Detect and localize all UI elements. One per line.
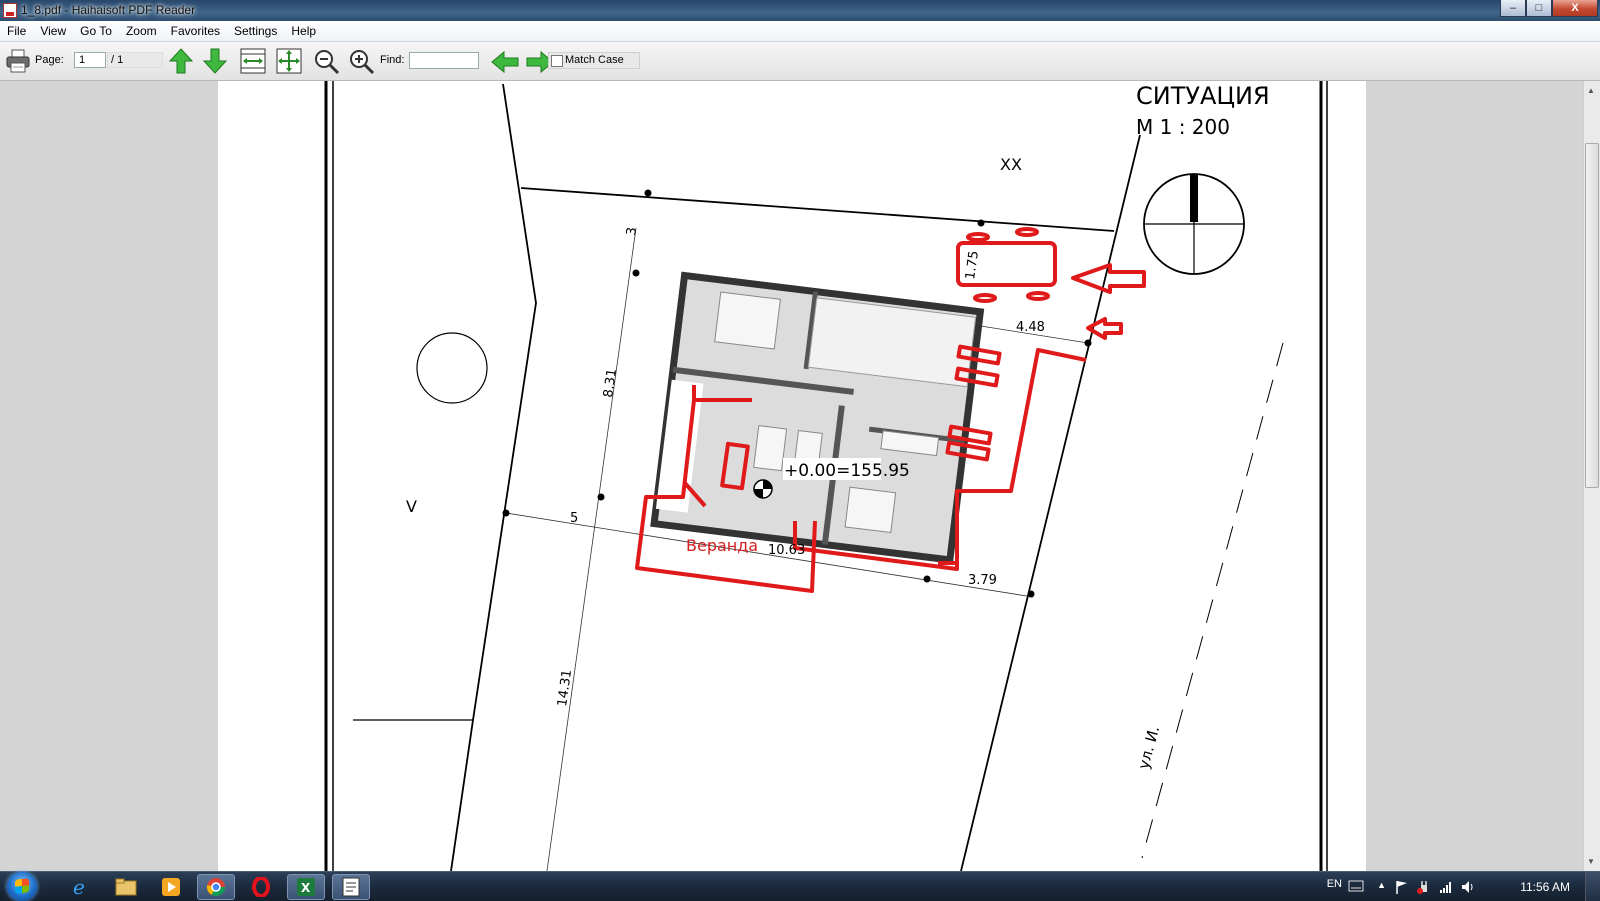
- plot-label-v: V: [406, 497, 417, 516]
- print-icon[interactable]: [5, 48, 31, 74]
- menu-file[interactable]: File: [0, 21, 33, 41]
- house-plan: [650, 271, 985, 564]
- maximize-button[interactable]: □: [1526, 0, 1552, 17]
- scroll-thumb[interactable]: [1585, 143, 1599, 488]
- menu-go-to[interactable]: Go To: [73, 21, 119, 41]
- menu-favorites[interactable]: Favorites: [164, 21, 227, 41]
- chrome-icon: [206, 878, 225, 897]
- taskbar-pdf-reader[interactable]: [332, 874, 370, 900]
- pdf-reader-icon: [342, 877, 360, 897]
- previous-page-icon[interactable]: [168, 47, 194, 75]
- find-label: Find:: [380, 54, 405, 66]
- dimension-3-79: 3.79: [968, 573, 997, 588]
- excel-icon: X: [297, 878, 315, 896]
- page-label: Page:: [35, 54, 64, 66]
- dimension-8-31: 8.31: [601, 368, 620, 399]
- match-case-checkbox[interactable]: Match Case: [548, 52, 640, 69]
- menu-help[interactable]: Help: [284, 21, 323, 41]
- find-previous-icon[interactable]: [490, 50, 520, 74]
- window-controls: – □ X: [1500, 0, 1598, 18]
- taskbar: e X EN ▲ 11:56 AM: [0, 871, 1600, 901]
- menu-view[interactable]: View: [33, 21, 73, 41]
- street-name-label: ул. И.: [1134, 724, 1163, 771]
- tree-symbol: [416, 332, 488, 404]
- north-arrow-icon: [1143, 173, 1245, 275]
- fit-width-icon[interactable]: [240, 48, 266, 74]
- svg-text:X: X: [301, 881, 311, 895]
- match-case-label: Match Case: [565, 54, 624, 66]
- page-total: / 1: [107, 52, 163, 68]
- drawing-title: СИТУАЦИЯ: [1136, 82, 1270, 110]
- window-title: 1_8.pdf - Haihaisoft PDF Reader: [21, 3, 196, 17]
- language-indicator[interactable]: EN: [1327, 878, 1342, 890]
- next-page-icon[interactable]: [202, 47, 228, 75]
- dimension-5: 5: [570, 511, 578, 526]
- opera-icon: [252, 877, 270, 897]
- pdf-page: СИТУАЦИЯ М 1 : 200 XX V +0.00=155.95 Вер…: [218, 81, 1366, 871]
- zoom-in-icon[interactable]: [348, 48, 376, 76]
- close-button[interactable]: X: [1552, 0, 1598, 17]
- volume-icon[interactable]: [1460, 879, 1476, 895]
- svg-text:e: e: [73, 876, 85, 898]
- show-desktop-button[interactable]: [1585, 872, 1600, 901]
- match-case-box[interactable]: [551, 55, 563, 67]
- folder-icon: [115, 878, 137, 896]
- elevation-label: +0.00=155.95: [784, 461, 910, 481]
- site-plan-drawing: СИТУАЦИЯ М 1 : 200 XX V +0.00=155.95 Вер…: [324, 81, 1328, 871]
- taskbar-excel[interactable]: X: [287, 874, 325, 900]
- find-input[interactable]: [409, 52, 479, 69]
- network-signal-icon[interactable]: [1438, 879, 1454, 895]
- taskbar-media-player[interactable]: [152, 874, 190, 900]
- taskbar-explorer[interactable]: [107, 874, 145, 900]
- pdf-app-icon[interactable]: [3, 3, 17, 18]
- dimension-4-48: 4.48: [1016, 320, 1045, 335]
- media-player-icon: [162, 878, 180, 896]
- scroll-up-icon[interactable]: ▲: [1587, 86, 1595, 95]
- taskbar-ie[interactable]: e: [62, 874, 100, 900]
- vertical-scrollbar[interactable]: ▲ ▼: [1583, 81, 1600, 871]
- elevation-marker-icon: [753, 479, 773, 499]
- show-hidden-icons-icon[interactable]: ▲: [1377, 880, 1386, 890]
- minimize-button[interactable]: –: [1500, 0, 1526, 17]
- action-center-flag-icon[interactable]: [1394, 879, 1410, 895]
- street-label-xx: XX: [1000, 155, 1022, 174]
- power-plug-icon[interactable]: [1416, 879, 1432, 895]
- document-viewer[interactable]: СИТУАЦИЯ М 1 : 200 XX V +0.00=155.95 Вер…: [0, 81, 1583, 871]
- menu-zoom[interactable]: Zoom: [119, 21, 164, 41]
- start-button[interactable]: [7, 872, 37, 901]
- fit-page-icon[interactable]: [276, 48, 302, 74]
- dimension-3: 3: [624, 226, 640, 236]
- menu-settings[interactable]: Settings: [227, 21, 284, 41]
- taskbar-chrome[interactable]: [197, 874, 235, 900]
- dimension-1-75: 1.75: [963, 250, 982, 281]
- keyboard-icon[interactable]: [1348, 879, 1364, 893]
- zoom-out-icon[interactable]: [313, 48, 341, 76]
- dimension-14-31: 14.31: [555, 669, 575, 708]
- menu-bar: File View Go To Zoom Favorites Settings …: [0, 21, 1600, 42]
- scroll-down-icon[interactable]: ▼: [1587, 857, 1595, 866]
- title-bar: 1_8.pdf - Haihaisoft PDF Reader – □ X: [0, 0, 1600, 21]
- drawing-scale: М 1 : 200: [1136, 115, 1230, 139]
- page-number-input[interactable]: [74, 52, 106, 68]
- taskbar-opera[interactable]: [242, 874, 280, 900]
- taskbar-clock[interactable]: 11:56 AM: [1520, 880, 1570, 894]
- internet-explorer-icon: e: [73, 876, 85, 898]
- dimension-10-63: 10.63: [768, 543, 805, 558]
- toolbar: Page: / 1 Find: Match Cas: [0, 42, 1600, 81]
- veranda-label: Веранда: [686, 536, 758, 555]
